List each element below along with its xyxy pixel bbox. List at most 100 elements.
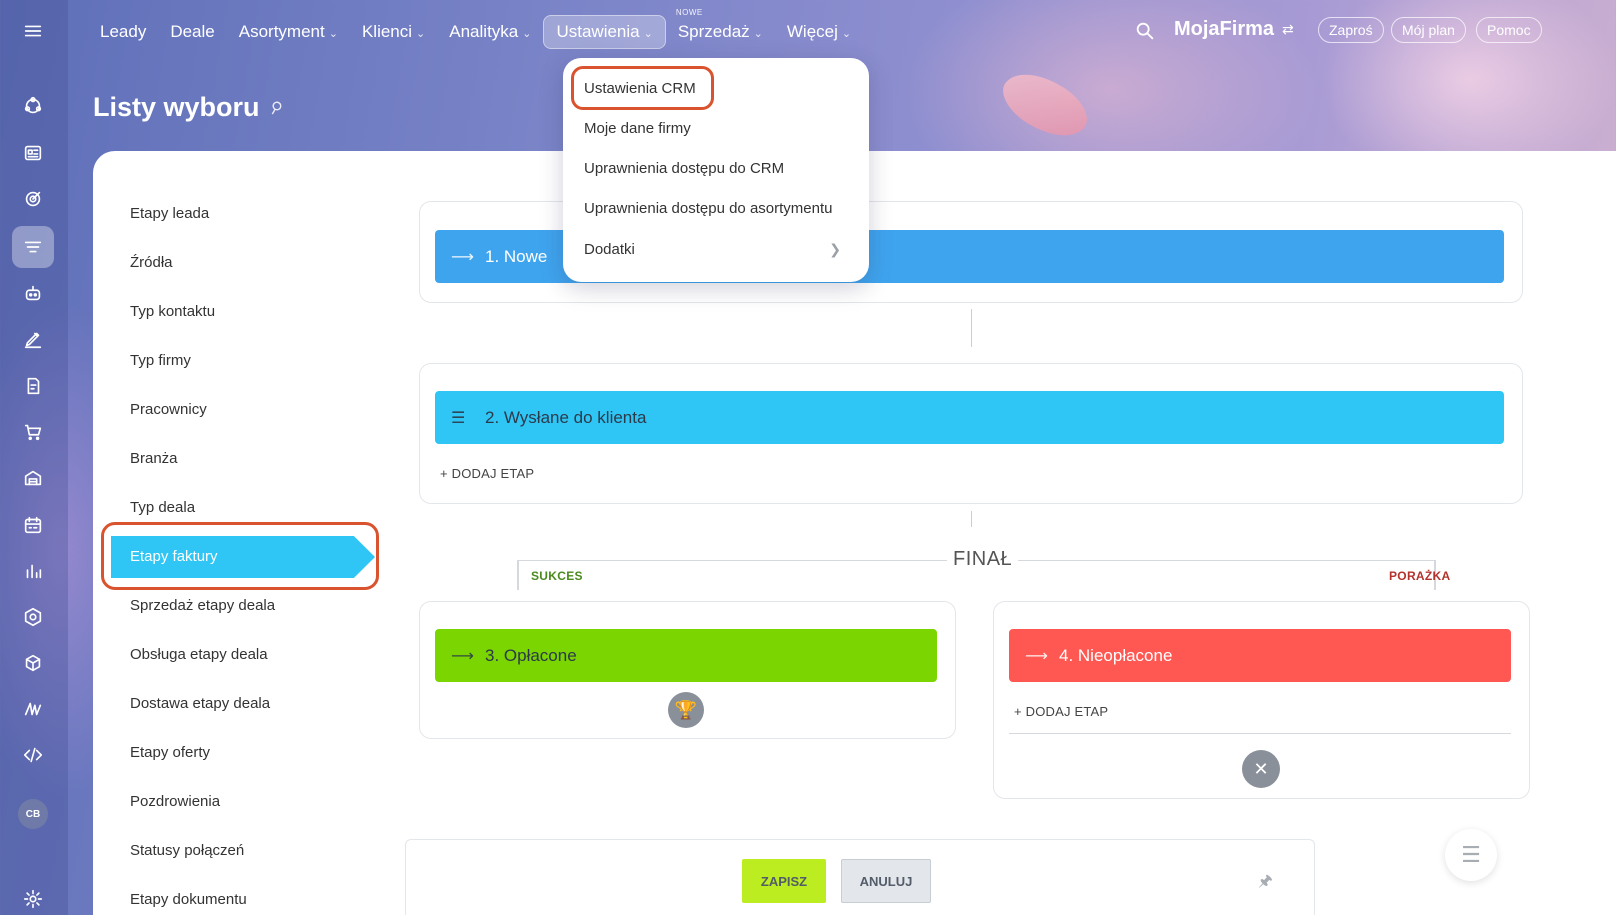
stage-panel-process: ☰ 2. Wysłane do klienta + DODAJ ETAP (419, 363, 1523, 504)
code-icon[interactable] (12, 734, 54, 776)
new-badge: NOWE (675, 8, 703, 17)
nav-klienci[interactable]: Klienci ⌄ (350, 16, 437, 48)
help-label: Pomoc (1487, 22, 1531, 38)
stage-panel-success: ⟶ 3. Opłacone 🏆 (419, 601, 956, 739)
menu-icon[interactable] (12, 10, 54, 52)
invite-button[interactable]: Zaproś (1318, 17, 1384, 43)
side-item-typ-firmy[interactable]: Typ firmy (93, 336, 383, 385)
side-item-label: Typ firmy (130, 352, 191, 369)
add-stage-button[interactable]: + DODAJ ETAP (1014, 704, 1108, 719)
chevron-down-icon: ⌄ (416, 27, 426, 40)
nav-label: Analityka (449, 22, 519, 41)
connector-line (971, 309, 972, 347)
stage-name: 1. Nowe (485, 246, 548, 266)
side-item-typ-kontaktu[interactable]: Typ kontaktu (93, 287, 383, 336)
robot-icon[interactable] (12, 272, 54, 314)
pin-icon[interactable]: ⚲ (265, 96, 285, 119)
page-title: Listy wyboru ⚲ (93, 92, 284, 123)
company-name[interactable]: MojaFirma ⇄ (1174, 18, 1294, 41)
hexagon-icon[interactable] (12, 596, 54, 638)
side-item-etapy-dokumentu[interactable]: Etapy dokumentu (93, 875, 383, 915)
cart-icon[interactable] (12, 411, 54, 453)
help-button[interactable]: Pomoc (1476, 17, 1542, 43)
nav-label: Ustawienia (556, 22, 640, 41)
top-navigation: Leady Deale Asortyment ⌄ Klienci ⌄ Anality… (88, 8, 863, 50)
my-plan-label: Mój plan (1402, 22, 1455, 38)
list-icon[interactable]: ☰ (1445, 829, 1497, 881)
save-button[interactable]: ZAPISZ (742, 859, 826, 903)
side-item-label: Źródła (130, 254, 173, 271)
nav-label: Deale (170, 22, 215, 41)
arrow-right-icon: ⟶ (451, 248, 474, 266)
chevron-right-icon: ❯ (829, 241, 841, 257)
menu-item-company-data[interactable]: Moje dane firmy (584, 120, 691, 137)
stage-2[interactable]: ☰ 2. Wysłane do klienta (435, 391, 1504, 444)
side-item-label: Typ kontaktu (130, 303, 216, 320)
nav-leady[interactable]: Leady (88, 16, 158, 48)
side-item-zrodla[interactable]: Źródła (93, 238, 383, 287)
final-title: FINAŁ (947, 548, 1019, 571)
side-item-dostawa-etapy-deala[interactable]: Dostawa etapy deala (93, 679, 383, 728)
side-item-label: Pracownicy (130, 401, 207, 418)
side-item-etapy-leada[interactable]: Etapy leada (93, 189, 383, 238)
side-item-obsluga-etapy-deala[interactable]: Obsługa etapy deala (93, 630, 383, 679)
nav-ustawienia[interactable]: Ustawienia ⌄ (543, 15, 666, 49)
search-icon[interactable] (1134, 20, 1156, 42)
cube-icon[interactable] (12, 642, 54, 684)
warehouse-icon[interactable] (12, 457, 54, 499)
my-plan-button[interactable]: Mój plan (1391, 17, 1466, 43)
arrow-right-icon: ⟶ (451, 647, 474, 665)
avatar[interactable]: CB (18, 799, 48, 829)
page-title-text: Listy wyboru (93, 92, 260, 122)
gear-icon[interactable] (12, 878, 54, 915)
side-item-label: Branża (130, 450, 178, 467)
drag-handle-icon[interactable]: ☰ (451, 408, 477, 428)
side-item-etapy-oferty[interactable]: Etapy oferty (93, 728, 383, 777)
nav-wiecej[interactable]: Więcej ⌄ (775, 16, 863, 48)
company-label: MojaFirma (1174, 18, 1275, 40)
nav-asortyment[interactable]: Asortyment ⌄ (227, 16, 350, 48)
target-icon[interactable] (12, 178, 54, 220)
side-item-label: Pozdrowienia (130, 793, 221, 810)
crm-icon[interactable] (12, 226, 54, 268)
nav-deale[interactable]: Deale (158, 16, 226, 48)
stage-panel-failure: ⟶ 4. Nieopłacone + DODAJ ETAP ✕ (993, 601, 1530, 799)
stage-name: 2. Wysłane do klienta (485, 407, 647, 427)
settings-dropdown: Ustawienia CRM Moje dane firmy Uprawnien… (563, 58, 869, 282)
side-item-label: Sprzedaż etapy deala (130, 597, 276, 614)
news-icon[interactable] (12, 132, 54, 174)
chevron-down-icon: ⌄ (841, 27, 852, 40)
side-item-label: Etapy leada (130, 205, 210, 222)
menu-item-addons[interactable]: Dodatki (584, 241, 635, 258)
nav-label: Klienci (361, 22, 413, 41)
document-edit-icon[interactable] (12, 365, 54, 407)
side-item-pracownicy[interactable]: Pracownicy (93, 385, 383, 434)
stage-4[interactable]: ⟶ 4. Nieopłacone (1009, 629, 1511, 682)
activity-icon[interactable] (12, 85, 54, 127)
add-stage-button[interactable]: + DODAJ ETAP (440, 466, 534, 481)
nav-sprzedaz[interactable]: NOWE Sprzedaż ⌄ (666, 8, 775, 48)
menu-item-crm-permissions[interactable]: Uprawnienia dostępu do CRM (584, 160, 784, 177)
analytics-icon[interactable] (12, 550, 54, 592)
nav-analityka[interactable]: Analityka ⌄ (437, 16, 543, 48)
chevron-down-icon: ⌄ (643, 27, 653, 40)
menu-highlight (571, 66, 714, 110)
side-item-pozdrowienia[interactable]: Pozdrowienia (93, 777, 383, 826)
failure-label: PORAŻKA (1389, 569, 1451, 583)
calendar-icon[interactable] (12, 504, 54, 546)
side-item-branza[interactable]: Branża (93, 434, 383, 483)
side-item-label: Etapy dokumentu (130, 891, 247, 908)
stage-name: 4. Nieopłacone (1059, 645, 1173, 665)
success-label: SUKCES (531, 569, 583, 583)
side-item-statusy-polaczen[interactable]: Statusy połączeń (93, 826, 383, 875)
cancel-button[interactable]: ANULUJ (841, 859, 931, 903)
pen-icon[interactable] (12, 318, 54, 360)
side-item-label: Typ deala (130, 499, 196, 516)
divider (1009, 733, 1511, 734)
nav-label: Leady (100, 22, 147, 41)
signature-icon[interactable] (12, 688, 54, 730)
pin-icon[interactable]: 🖈 (1258, 870, 1273, 897)
nav-label: Więcej (786, 22, 838, 41)
stage-3[interactable]: ⟶ 3. Opłacone (435, 629, 937, 682)
menu-item-product-permissions[interactable]: Uprawnienia dostępu do asortymentu (584, 200, 832, 217)
